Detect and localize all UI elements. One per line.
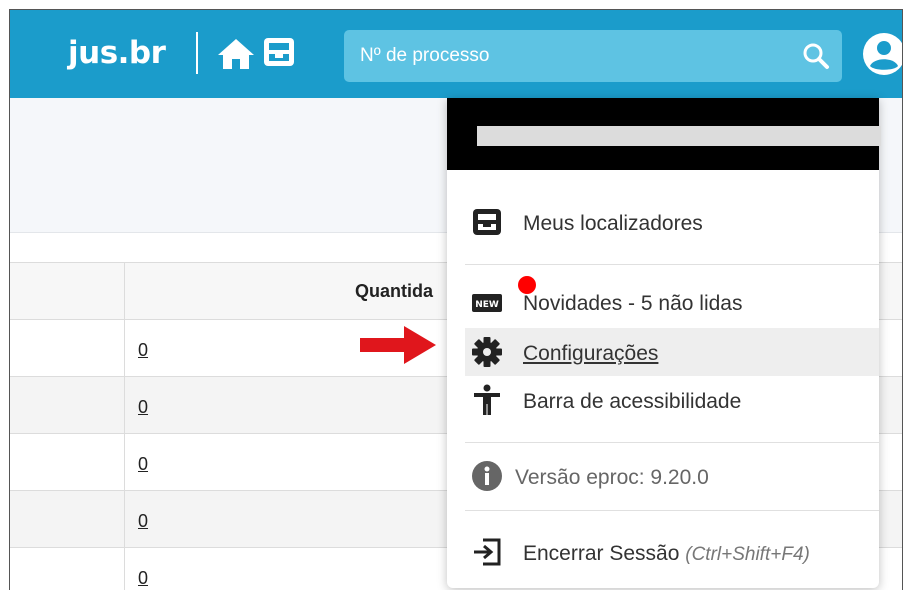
menu-item-label: Novidades - 5 não lidas [523, 292, 743, 315]
svg-text:NEW: NEW [475, 300, 499, 310]
gear-icon [472, 337, 502, 367]
app-window: jus.br Nº de processo Quantida 0 0 0 0 0… [9, 9, 903, 590]
menu-item-acessibilidade[interactable]: Barra de acessibilidade [465, 376, 879, 424]
count-link[interactable]: 0 [138, 340, 148, 361]
redacted-user-name [477, 126, 881, 146]
locator-tray-icon [473, 209, 501, 235]
menu-item-meus-localizadores[interactable]: Meus localizadores [465, 198, 879, 246]
logout-shortcut: (Ctrl+Shift+F4) [685, 544, 810, 565]
search-icon[interactable] [802, 42, 830, 70]
user-account-icon[interactable] [862, 32, 903, 76]
menu-item-encerrar-sessao[interactable]: Encerrar Sessão (Ctrl+Shift+F4) [465, 528, 879, 576]
home-icon[interactable] [216, 37, 256, 71]
count-link[interactable]: 0 [138, 454, 148, 475]
menu-item-label: Configurações [523, 342, 659, 365]
annotation-arrow-icon [360, 326, 436, 364]
menu-divider [465, 510, 879, 511]
accessibility-icon [474, 384, 500, 415]
search-placeholder: Nº de processo [360, 45, 490, 66]
menu-item-label: Barra de acessibilidade [523, 390, 742, 413]
menu-item-label: Meus localizadores [523, 212, 703, 235]
menu-item-novidades[interactable]: NEW Novidades - 5 não lidas [465, 276, 879, 326]
info-icon [472, 461, 502, 491]
brand-divider [196, 32, 198, 74]
version-label: Versão eproc: 9.20.0 [515, 466, 709, 489]
menu-item-label: Encerrar Sessão (Ctrl+Shift+F4) [523, 542, 810, 566]
locator-tray-icon[interactable] [262, 35, 296, 69]
user-info-header [447, 98, 881, 170]
count-link[interactable]: 0 [138, 511, 148, 532]
logout-label: Encerrar Sessão [523, 542, 680, 565]
user-menu-dropdown: Meus localizadores NEW Novidades - 5 não… [447, 98, 881, 588]
quantity-column-header[interactable]: Quantida [355, 281, 433, 302]
logout-icon [474, 538, 501, 566]
menu-divider [465, 442, 879, 443]
version-info: Versão eproc: 9.20.0 [465, 452, 879, 500]
menu-divider [465, 264, 879, 265]
brand-logo[interactable]: jus.br [68, 35, 166, 71]
count-link[interactable]: 0 [138, 568, 148, 589]
menu-item-configuracoes[interactable]: Configurações [465, 328, 879, 376]
top-bar: jus.br Nº de processo [10, 10, 903, 98]
count-link[interactable]: 0 [138, 397, 148, 418]
process-search-field[interactable]: Nº de processo [344, 30, 842, 82]
new-badge-icon: NEW [472, 294, 502, 312]
